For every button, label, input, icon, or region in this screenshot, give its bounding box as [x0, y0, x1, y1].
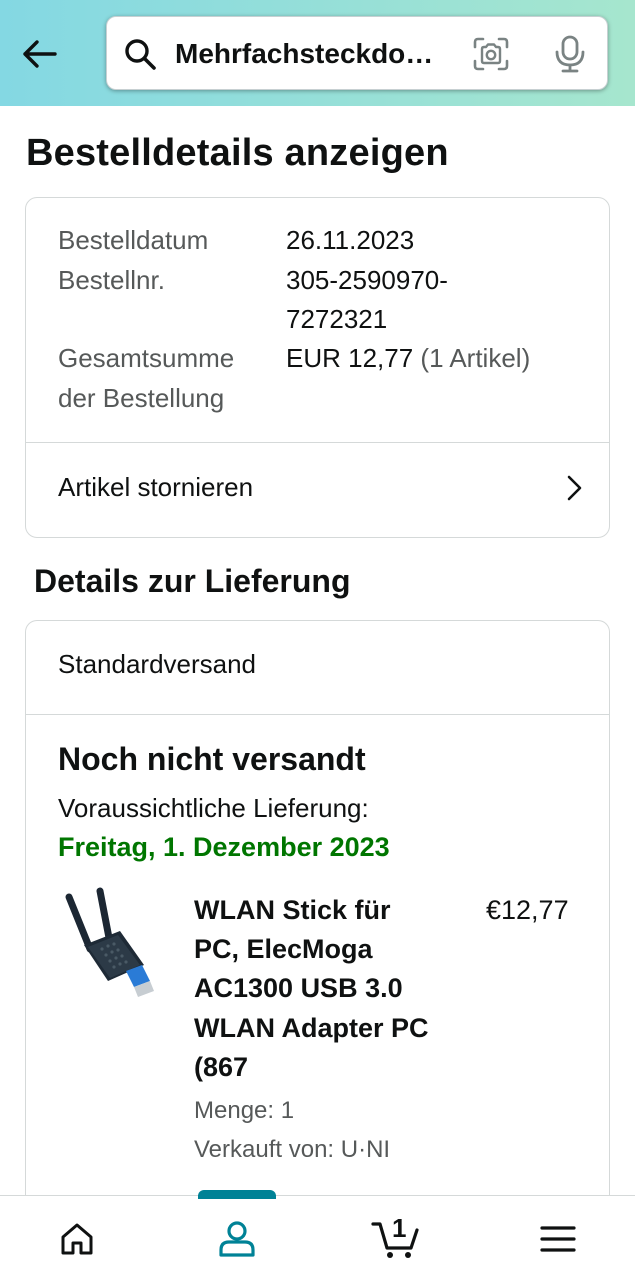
product-title-line: WLAN Adapter PC	[194, 1012, 429, 1043]
nav-menu[interactable]	[508, 1196, 608, 1280]
product-image[interactable]	[62, 887, 162, 1007]
delivery-card: Standardversand Noch nicht versandt Vora…	[25, 620, 610, 1220]
bottom-navigation	[0, 1190, 635, 1280]
chevron-right-icon	[567, 475, 582, 501]
back-button[interactable]	[14, 30, 64, 78]
cancel-items-label: Artikel stornieren	[58, 472, 254, 502]
order-total-label-1: Gesamtsumme	[58, 343, 235, 373]
product-title-line: AC1300 USB 3.0	[194, 973, 403, 1004]
search-input[interactable]: Mehrfachsteckdo…	[175, 17, 460, 91]
order-total-value: EUR 12,77 (1 Artikel)	[286, 339, 530, 379]
order-item-count: (1 Artikel)	[420, 343, 531, 373]
cancel-items-row[interactable]: Artikel stornieren	[26, 443, 609, 538]
arrow-left-icon	[23, 40, 57, 68]
nav-home[interactable]	[27, 1196, 127, 1280]
expected-delivery-date: Freitag, 1. Dezember 2023	[58, 832, 390, 862]
account-icon	[219, 1220, 255, 1257]
order-number-label: Bestellnr.	[58, 265, 165, 295]
menu-icon	[540, 1225, 576, 1252]
order-date-label: Bestelldatum	[58, 225, 209, 255]
order-total-label-2: der Bestellung	[58, 383, 225, 413]
camera-scan-icon[interactable]	[473, 37, 509, 71]
product-title[interactable]: WLAN Stick für PC, ElecMoga AC1300 USB 3…	[194, 891, 456, 1087]
nav-account[interactable]	[187, 1196, 287, 1280]
product-seller: Verkauft von: U·NI	[194, 1136, 391, 1163]
order-summary-card: Bestelldatum 26.11.2023 Bestellnr. 305-2…	[25, 197, 610, 538]
order-number-value-1: 305-2590970-	[286, 265, 448, 295]
cart-count-badge[interactable]: 1	[392, 1213, 406, 1244]
microphone-icon[interactable]	[554, 35, 586, 73]
product-title-line: WLAN Stick für	[194, 895, 391, 925]
order-date-value: 26.11.2023	[286, 225, 415, 255]
divider	[26, 714, 609, 715]
shipping-type: Standardversand	[58, 649, 257, 679]
product-title-line: PC, ElecMoga	[194, 934, 373, 965]
shipment-status: Noch nicht versandt	[58, 741, 366, 777]
order-total-amount: EUR 12,77	[286, 343, 414, 373]
home-icon	[61, 1223, 93, 1254]
product-title-line: (867	[194, 1051, 249, 1082]
product-quantity: Menge: 1	[194, 1097, 295, 1124]
delivery-section-title: Details zur Lieferung	[34, 563, 351, 599]
top-bar: Mehrfachsteckdo…	[0, 0, 635, 106]
page-title: Bestelldetails anzeigen	[26, 132, 449, 174]
expected-delivery-label: Voraussichtliche Lieferung:	[58, 793, 369, 823]
search-icon[interactable]	[123, 37, 157, 71]
order-number-value-2: 7272321	[286, 304, 388, 334]
product-price: €12,77	[486, 895, 569, 925]
search-bar[interactable]: Mehrfachsteckdo…	[106, 16, 608, 90]
